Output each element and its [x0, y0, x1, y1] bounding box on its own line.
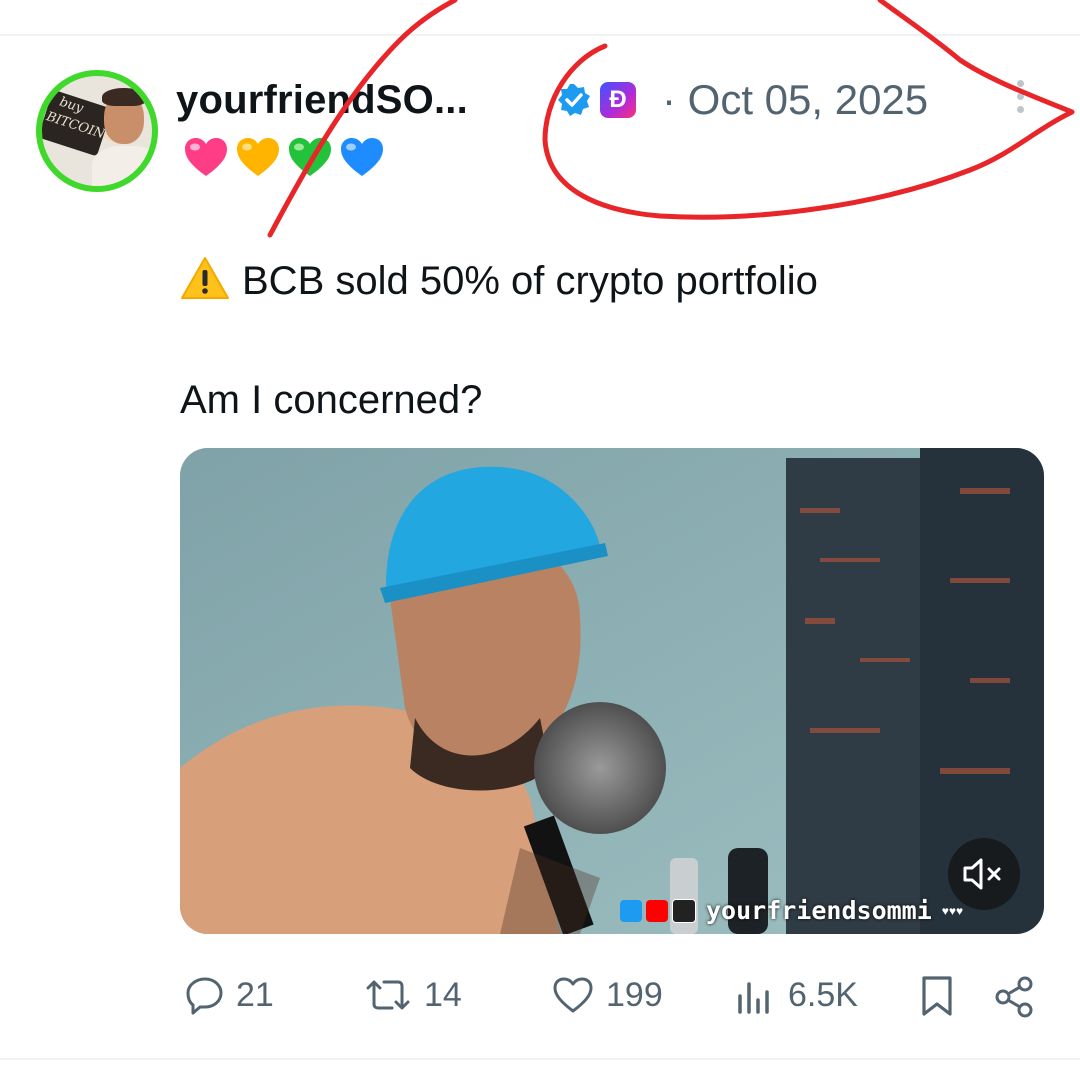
author-name[interactable]: yourfriendSO...: [176, 78, 468, 123]
watermark-hearts: ♥♥♥: [941, 903, 964, 918]
reply-icon: [186, 977, 223, 1015]
watermark-handle: yourfriendsommi: [706, 896, 932, 925]
top-divider: [0, 34, 1080, 36]
avatar-photo: buy BITCOIN: [42, 76, 152, 186]
twitter-logo-icon: [620, 899, 642, 922]
warning-icon: [181, 257, 229, 299]
views-count: 6.5K: [788, 975, 858, 1014]
post-text-line-1: BCB sold 50% of crypto portfolio: [180, 256, 818, 304]
x-logo-icon: [672, 898, 696, 923]
more-options-icon[interactable]: [1006, 74, 1034, 122]
like-count: 199: [606, 975, 663, 1014]
green-heart-icon: [289, 138, 331, 176]
dai-logo-icon[interactable]: Đ: [600, 82, 636, 118]
post-text-line-1-label: BCB sold 50% of crypto portfolio: [242, 259, 818, 303]
bookmark-button[interactable]: [916, 974, 958, 1018]
repost-icon: [366, 980, 410, 1010]
post-action-bar: 21 14 199 6.5K: [0, 960, 1080, 1040]
repost-button[interactable]: 14: [362, 974, 462, 1016]
post-date[interactable]: · Oct 05, 2025: [662, 76, 928, 124]
verified-checkmark-icon[interactable]: [556, 82, 592, 118]
video-watermark: yourfriendsommi ♥♥♥: [620, 896, 963, 925]
bottom-divider: [0, 1058, 1080, 1060]
video-frame: [180, 448, 1044, 934]
avatar-hair: [102, 88, 146, 106]
video-player[interactable]: [180, 448, 1044, 934]
youtube-logo-icon: [646, 899, 668, 922]
heart-outline-icon: [553, 977, 593, 1013]
avatar-shirt: [92, 146, 152, 186]
author-avatar[interactable]: buy BITCOIN: [36, 70, 158, 192]
bookmark-icon: [922, 976, 952, 1016]
post-text-line-2: Am I concerned?: [180, 378, 483, 422]
views-button[interactable]: 6.5K: [734, 974, 858, 1016]
reply-button[interactable]: 21: [184, 974, 274, 1016]
share-button[interactable]: [992, 974, 1038, 1020]
blue-heart-icon: [341, 138, 383, 176]
share-icon: [995, 976, 1033, 1018]
views-bar-chart-icon: [738, 982, 769, 1014]
reply-count: 21: [236, 975, 274, 1014]
repost-count: 14: [424, 975, 462, 1014]
like-button[interactable]: 199: [550, 974, 663, 1016]
name-emoji-hearts: [182, 134, 386, 182]
yellow-heart-icon: [237, 138, 279, 176]
pink-heart-icon: [185, 138, 227, 176]
